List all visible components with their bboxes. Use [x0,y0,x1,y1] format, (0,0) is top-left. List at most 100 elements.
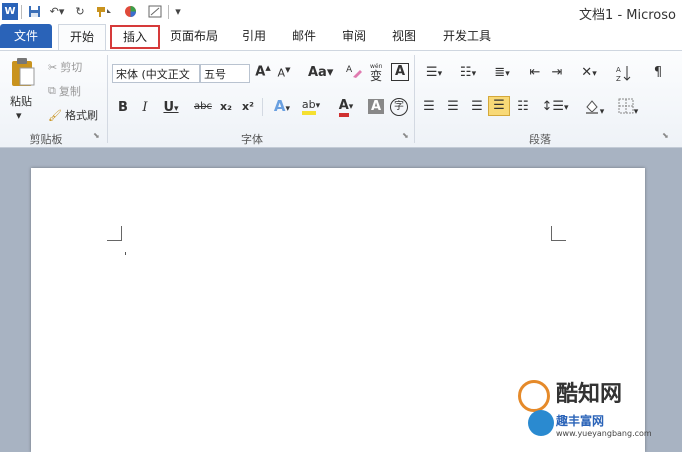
distributed-icon[interactable]: ☷ [514,99,532,114]
underline-button[interactable]: U▾ [160,100,182,115]
increase-indent-icon[interactable]: ⇥ [548,65,566,80]
text-effects-button[interactable]: A▾ [270,97,294,115]
paste-dropdown-icon[interactable]: ▾ [16,109,22,122]
bullets-button[interactable]: ☰▾ [420,65,448,80]
copy-button[interactable]: ⧉ 复制 [48,83,81,99]
align-left-icon[interactable]: ☰ [420,99,438,114]
highlight-dropdown-icon: ▾ [315,101,321,111]
superscript-button[interactable]: x² [240,100,256,113]
tab-view[interactable]: 视图 [384,24,424,48]
tab-page-layout[interactable]: 页面布局 [166,24,222,48]
borders-button[interactable]: ▾ [614,98,642,118]
watermark-url: www.yueyangbang.com [556,429,652,438]
align-right-icon[interactable]: ☰ [468,99,486,114]
tab-review[interactable]: 审阅 [334,24,374,48]
multilevel-list-dropdown-icon: ▾ [505,69,510,79]
ribbon: 粘贴 ▾ ✂ 剪切 ⧉ 复制 🖌 格式刷 剪贴板 ⬊ 宋体 (中文正文 五号 A▲ A… [0,51,682,148]
chinese-layout-button[interactable]: ✕▾ [576,65,602,80]
character-border-button[interactable]: A [391,63,409,81]
word-app-icon[interactable]: W [2,3,18,20]
color-wheel-icon[interactable] [122,3,138,20]
copy-icon: ⧉ [48,84,56,97]
numbering-button[interactable]: ☷▾ [454,65,482,80]
clipboard-paste-icon[interactable] [6,55,40,89]
text-effects-dropdown-icon: ▾ [285,104,291,114]
shrink-font-button[interactable]: A▼ [276,66,292,80]
bullets-dropdown-icon: ▾ [437,69,443,79]
numbering-dropdown-icon: ▾ [471,69,477,79]
paragraph-dialog-launcher-icon[interactable]: ⬊ [662,131,669,140]
bold-button[interactable]: B [116,100,130,115]
margin-marker-top-left [107,226,122,241]
clipboard-dialog-launcher-icon[interactable]: ⬊ [93,131,100,140]
undo-icon[interactable]: ↶▾ [46,3,68,20]
font-color-button[interactable]: A▾ [334,98,358,117]
title-bar: W ↶▾ ↻ ▾ 文档1 - Microso [0,0,682,24]
scissors-icon: ✂ [48,60,58,74]
group-separator [107,55,108,143]
strikethrough-button[interactable]: abc [192,101,214,112]
redo-icon[interactable]: ↻ [72,3,88,20]
margin-marker-top-right [551,226,566,241]
clipboard-group-label: 剪贴板 [29,133,63,146]
multilevel-list-button[interactable]: ≣▾ [488,65,516,80]
font-size-select[interactable]: 五号 [200,64,250,83]
font-dialog-launcher-icon[interactable]: ⬊ [402,131,409,140]
font-color-dropdown-icon: ▾ [348,102,354,112]
phonetic-guide-button[interactable]: wén 变 [368,62,386,84]
line-spacing-button[interactable]: ↕☰▾ [540,99,570,114]
svg-text:Z: Z [616,75,621,82]
customize-quick-access-icon[interactable]: ▾ [172,3,184,20]
window-title: 文档1 - Microso [579,8,676,23]
font-name-select[interactable]: 宋体 (中文正文 [112,64,200,83]
draw-icon[interactable] [146,3,164,20]
svg-text:A: A [346,65,353,75]
text-cursor [125,252,126,255]
svg-text:A: A [616,66,621,74]
chinese-layout-dropdown-icon: ▾ [592,69,597,79]
document-page[interactable] [31,168,645,452]
underline-dropdown-icon: ▾ [174,104,179,114]
decrease-indent-icon[interactable]: ⇤ [526,65,544,80]
group-separator [414,55,415,143]
enclose-characters-button[interactable]: 字 [390,98,408,116]
format-painter-button[interactable]: 🖌 格式刷 [48,107,98,123]
change-case-button[interactable]: Aa▾ [308,65,333,80]
paragraph-group-label: 段落 [529,133,551,146]
paintbrush-icon: 🖌 [48,108,62,122]
tab-references[interactable]: 引用 [234,24,274,48]
tab-home[interactable]: 开始 [58,24,106,50]
save-icon[interactable] [26,3,42,20]
shading-button[interactable]: ▾ [580,98,608,118]
highlight-button[interactable]: ab▾ [298,98,324,115]
italic-button[interactable]: I [138,100,152,115]
tab-insert[interactable]: 插入 [110,25,160,49]
grow-font-button[interactable]: A▲ [255,64,271,79]
character-shading-button[interactable]: A [368,99,384,114]
subscript-button[interactable]: x₂ [218,100,234,113]
watermark-logo-icon [518,380,550,412]
format-painter-quick-icon[interactable] [92,3,118,20]
line-spacing-dropdown-icon: ▾ [564,103,569,113]
show-formatting-marks-icon[interactable]: ¶ [650,65,666,80]
watermark-subtext: 趣丰富网 [556,414,605,428]
watermark-wifi-icon [528,410,554,436]
justify-button-active[interactable]: ☰ [488,96,510,116]
paste-button[interactable]: 粘贴 [10,93,32,109]
grow-arrow-icon: ▲ [265,64,271,72]
shrink-arrow-icon: ▼ [285,66,291,74]
cut-button[interactable]: ✂ 剪切 [48,59,82,75]
separator [168,5,169,19]
shading-dropdown-icon: ▾ [599,107,605,117]
clear-formatting-icon[interactable]: A [345,62,363,84]
ribbon-tab-bar: 文件 开始 插入 页面布局 引用 邮件 审阅 视图 开发工具 [0,24,682,51]
align-center-icon[interactable]: ☰ [444,99,462,114]
separator [21,5,22,19]
tab-file[interactable]: 文件 [0,24,52,48]
watermark-text: 酷知网 [556,382,623,407]
tab-mailings[interactable]: 邮件 [284,24,324,48]
tab-developer[interactable]: 开发工具 [434,24,500,48]
font-group-label: 字体 [241,133,263,146]
borders-dropdown-icon: ▾ [633,107,639,117]
sort-icon[interactable]: AZ [614,64,634,86]
